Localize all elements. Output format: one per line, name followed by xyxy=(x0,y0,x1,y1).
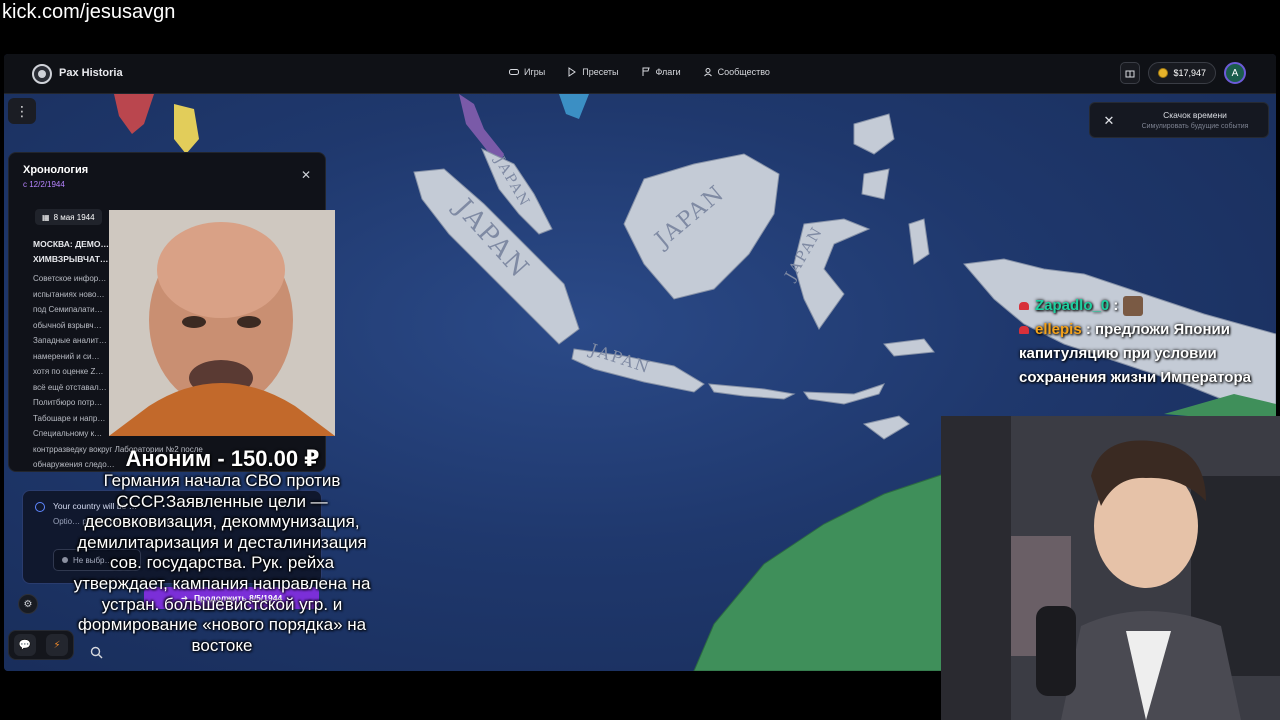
close-icon[interactable]: ✕ xyxy=(301,168,311,182)
users-icon xyxy=(703,68,712,77)
top-right-controls: $17,947 A xyxy=(1120,62,1246,84)
nav-item-presets-label: Пресеты xyxy=(582,67,619,77)
coin-icon xyxy=(1158,68,1169,78)
donation-message-line: утверждает, кампания направлена на xyxy=(73,573,371,593)
donation-message-line: СССР.Заявленные цели — xyxy=(116,491,328,511)
streamer-webcam-image xyxy=(941,416,1280,720)
donation-message-line: десовковизация, декоммунизация, xyxy=(84,512,360,532)
globe-logo-icon[interactable] xyxy=(32,64,52,84)
emote-icon xyxy=(1122,296,1143,317)
nav-item-flags[interactable]: Флаги xyxy=(641,67,681,77)
chat-message: Zapadlo_0 : xyxy=(1019,294,1269,318)
chat-username: ellepis xyxy=(1035,321,1082,338)
gear-icon[interactable]: ⚙ xyxy=(18,594,38,614)
time-jump-subtitle: Симулировать будущие события xyxy=(1141,123,1249,130)
donation-image xyxy=(109,210,335,436)
main-nav: Игры Пресеты Флаги Сообщество xyxy=(509,67,770,77)
stream-chat: Zapadlo_0 : ellepis : предложи Японии ка… xyxy=(1019,294,1269,390)
calendar-icon: ▦ xyxy=(42,212,50,222)
nav-item-flags-label: Флаги xyxy=(655,67,681,77)
nav-item-community[interactable]: Сообщество xyxy=(703,67,770,77)
gamepad-icon xyxy=(509,69,519,75)
chat-bubble-icon[interactable]: 💬 xyxy=(14,634,36,656)
nav-item-community-label: Сообщество xyxy=(717,67,770,77)
stream-url: kick.com/jesusavgn xyxy=(2,1,176,23)
avatar-letter: A xyxy=(1231,67,1239,79)
info-icon xyxy=(35,502,45,512)
donation-message: Германия начала СВО против СССР.Заявленн… xyxy=(52,471,392,656)
donation-message-line: сов. государства. Рук. рейха xyxy=(109,553,335,573)
timeline-title: Хронология xyxy=(23,164,89,176)
play-icon xyxy=(568,67,577,77)
donor-face-image xyxy=(109,210,335,436)
webcam-feed xyxy=(941,416,1280,720)
heart-badge-icon xyxy=(1019,326,1029,334)
donation-message-line: формирование «нового порядка» на xyxy=(77,615,367,635)
nav-item-games-label: Игры xyxy=(524,67,546,77)
nav-item-presets[interactable]: Пресеты xyxy=(567,67,619,77)
close-icon[interactable]: ✕ xyxy=(1100,112,1118,130)
balance-value: $17,947 xyxy=(1173,68,1206,78)
donation-message-line: Германия начала СВО против xyxy=(103,471,341,490)
balance-pill[interactable]: $17,947 xyxy=(1148,62,1216,84)
time-jump-panel[interactable]: ✕ Скачок времени Симулировать будущие со… xyxy=(1089,102,1269,138)
donation-message-line: устран. большевистской угр. и xyxy=(101,594,343,614)
chat-message: ellepis : предложи Японии капитуляцию пр… xyxy=(1019,321,1251,386)
event-date-badge: ▦ 8 мая 1944 xyxy=(35,209,102,225)
nav-item-games[interactable]: Игры xyxy=(509,67,545,77)
top-bar: Pax Historia Игры Пресеты Флаги Сообщест… xyxy=(4,54,1276,94)
donation-message-line: демилитаризация и десталинизация xyxy=(77,532,367,552)
gift-icon xyxy=(1125,70,1135,78)
kebab-icon: ⋮ xyxy=(15,102,29,119)
time-jump-title: Скачок времени xyxy=(1163,110,1227,120)
store-button[interactable] xyxy=(1120,62,1141,84)
donation-title: Аноним - 150.00 ₽ xyxy=(125,446,320,471)
event-date: 8 мая 1944 xyxy=(53,212,95,222)
chat-username: Zapadlo_0 xyxy=(1035,297,1110,314)
app-title[interactable]: Pax Historia xyxy=(59,67,123,79)
donation-message-line: востоке xyxy=(191,635,253,655)
flag-icon xyxy=(642,67,650,76)
kebab-menu-button[interactable]: ⋮ xyxy=(8,98,36,124)
heart-badge-icon xyxy=(1019,302,1029,310)
timeline-since: с 12/2/1944 xyxy=(23,180,65,189)
avatar[interactable]: A xyxy=(1224,62,1246,84)
